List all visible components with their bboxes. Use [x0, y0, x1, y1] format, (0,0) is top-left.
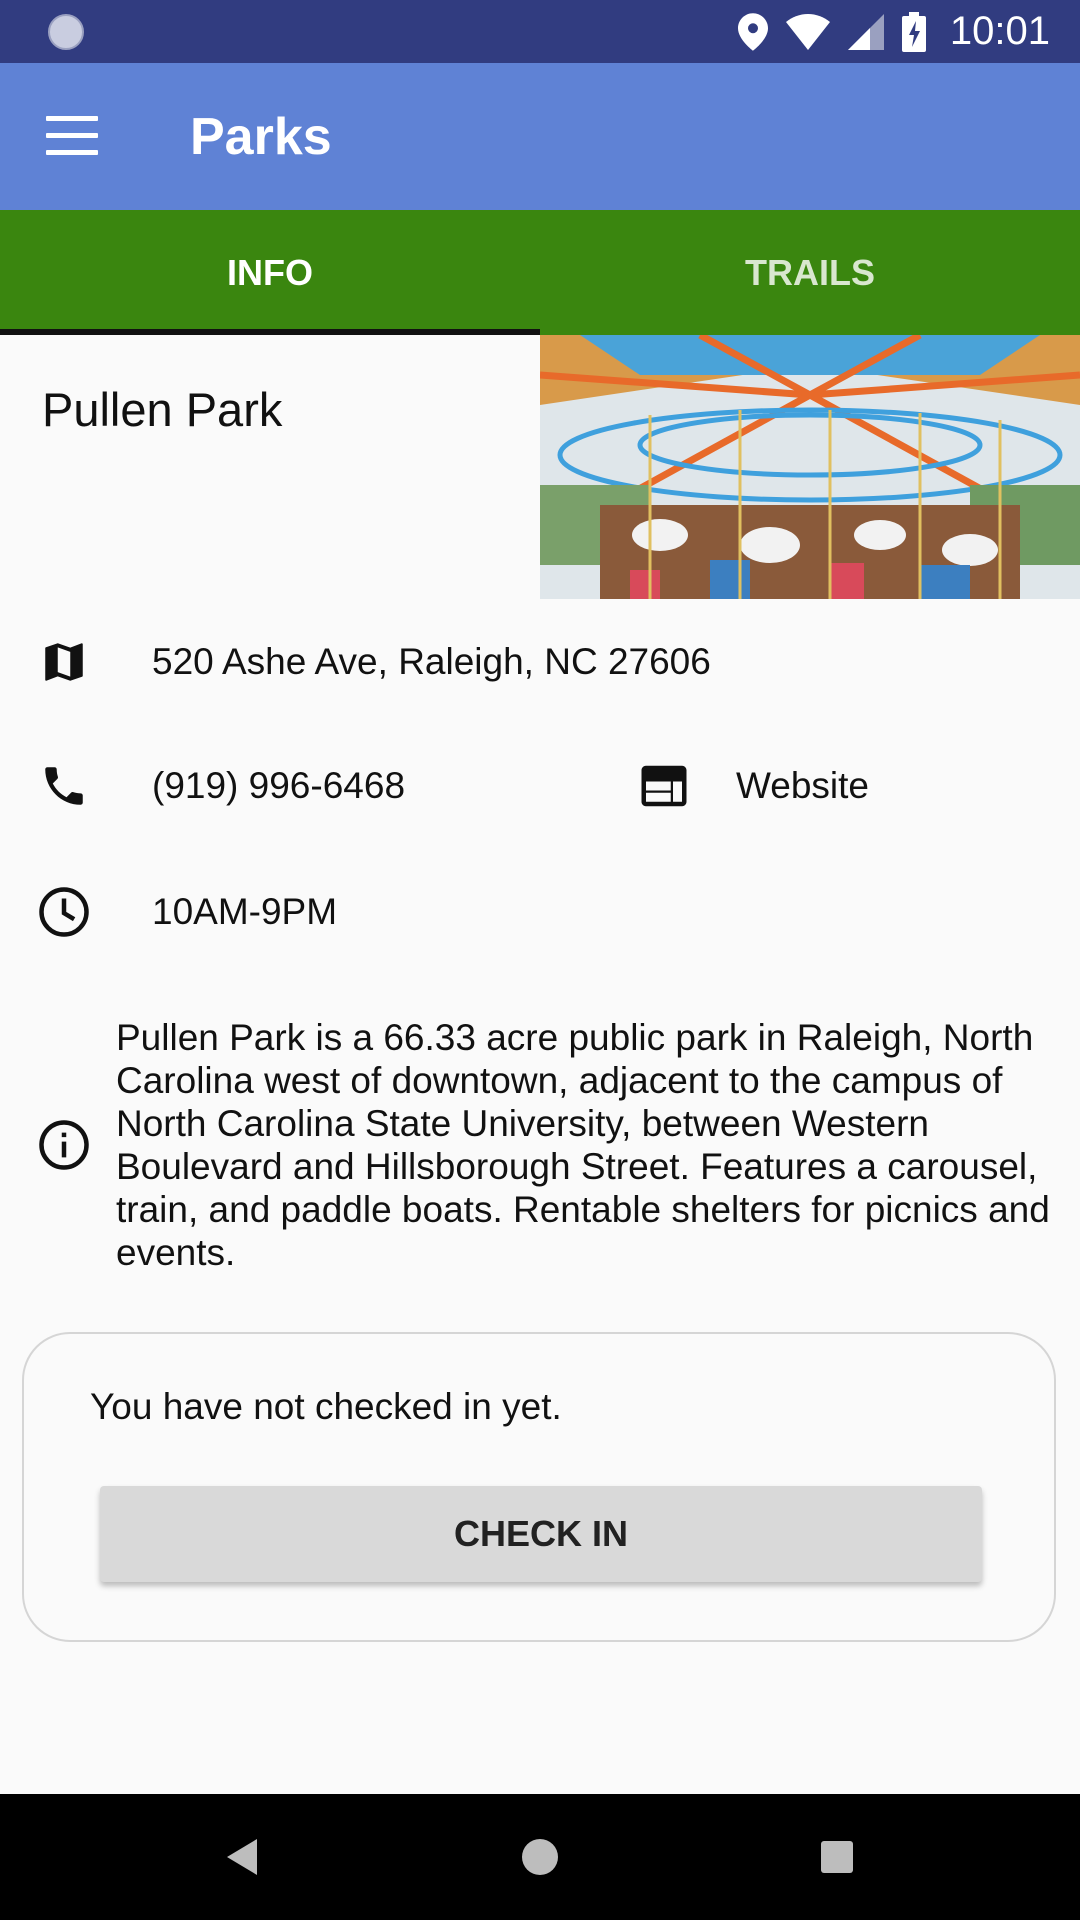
checkin-card: You have not checked in yet. CHECK IN: [22, 1332, 1056, 1642]
status-bar: 10:01: [0, 0, 1080, 63]
signal-icon: [847, 13, 884, 50]
back-icon[interactable]: [208, 1824, 274, 1890]
address-row[interactable]: 520 Ashe Ave, Raleigh, NC 27606: [36, 634, 711, 690]
park-description: Pullen Park is a 66.33 acre public park …: [116, 1017, 1050, 1273]
phone-row[interactable]: (919) 996-6468: [36, 758, 405, 814]
battery-icon: [901, 11, 926, 52]
wifi-icon: [785, 13, 830, 50]
website-label: Website: [736, 765, 869, 806]
navigation-bar: [0, 1794, 1080, 1920]
park-photo: [540, 335, 1080, 599]
web-icon: [636, 758, 692, 814]
menu-icon[interactable]: [46, 116, 98, 156]
status-icons: 10:01: [737, 0, 1050, 63]
tab-trails[interactable]: TRAILS: [540, 210, 1080, 335]
hours-row: 10AM-9PM: [36, 884, 337, 940]
phone-icon: [36, 758, 92, 814]
location-icon: [737, 12, 768, 51]
tab-bar: INFO TRAILS: [0, 210, 1080, 335]
hours-text: 10AM-9PM: [152, 891, 338, 932]
checkin-status: You have not checked in yet.: [90, 1386, 562, 1427]
phone-text: (919) 996-6468: [152, 765, 406, 806]
website-link[interactable]: Website: [636, 758, 869, 814]
tab-info[interactable]: INFO: [0, 210, 540, 335]
info-icon: [36, 1117, 92, 1173]
home-icon[interactable]: [507, 1824, 573, 1890]
notification-icon: [48, 14, 84, 50]
address-text: 520 Ashe Ave, Raleigh, NC 27606: [152, 641, 711, 682]
park-name: Pullen Park: [42, 383, 283, 436]
clock-icon: [36, 884, 92, 940]
recents-icon[interactable]: [804, 1824, 870, 1890]
app-title: Parks: [190, 108, 332, 166]
map-icon: [36, 634, 92, 690]
app-bar: Parks: [0, 63, 1080, 210]
clock-time: 10:01: [949, 9, 1050, 53]
check-in-button[interactable]: CHECK IN: [100, 1486, 982, 1582]
